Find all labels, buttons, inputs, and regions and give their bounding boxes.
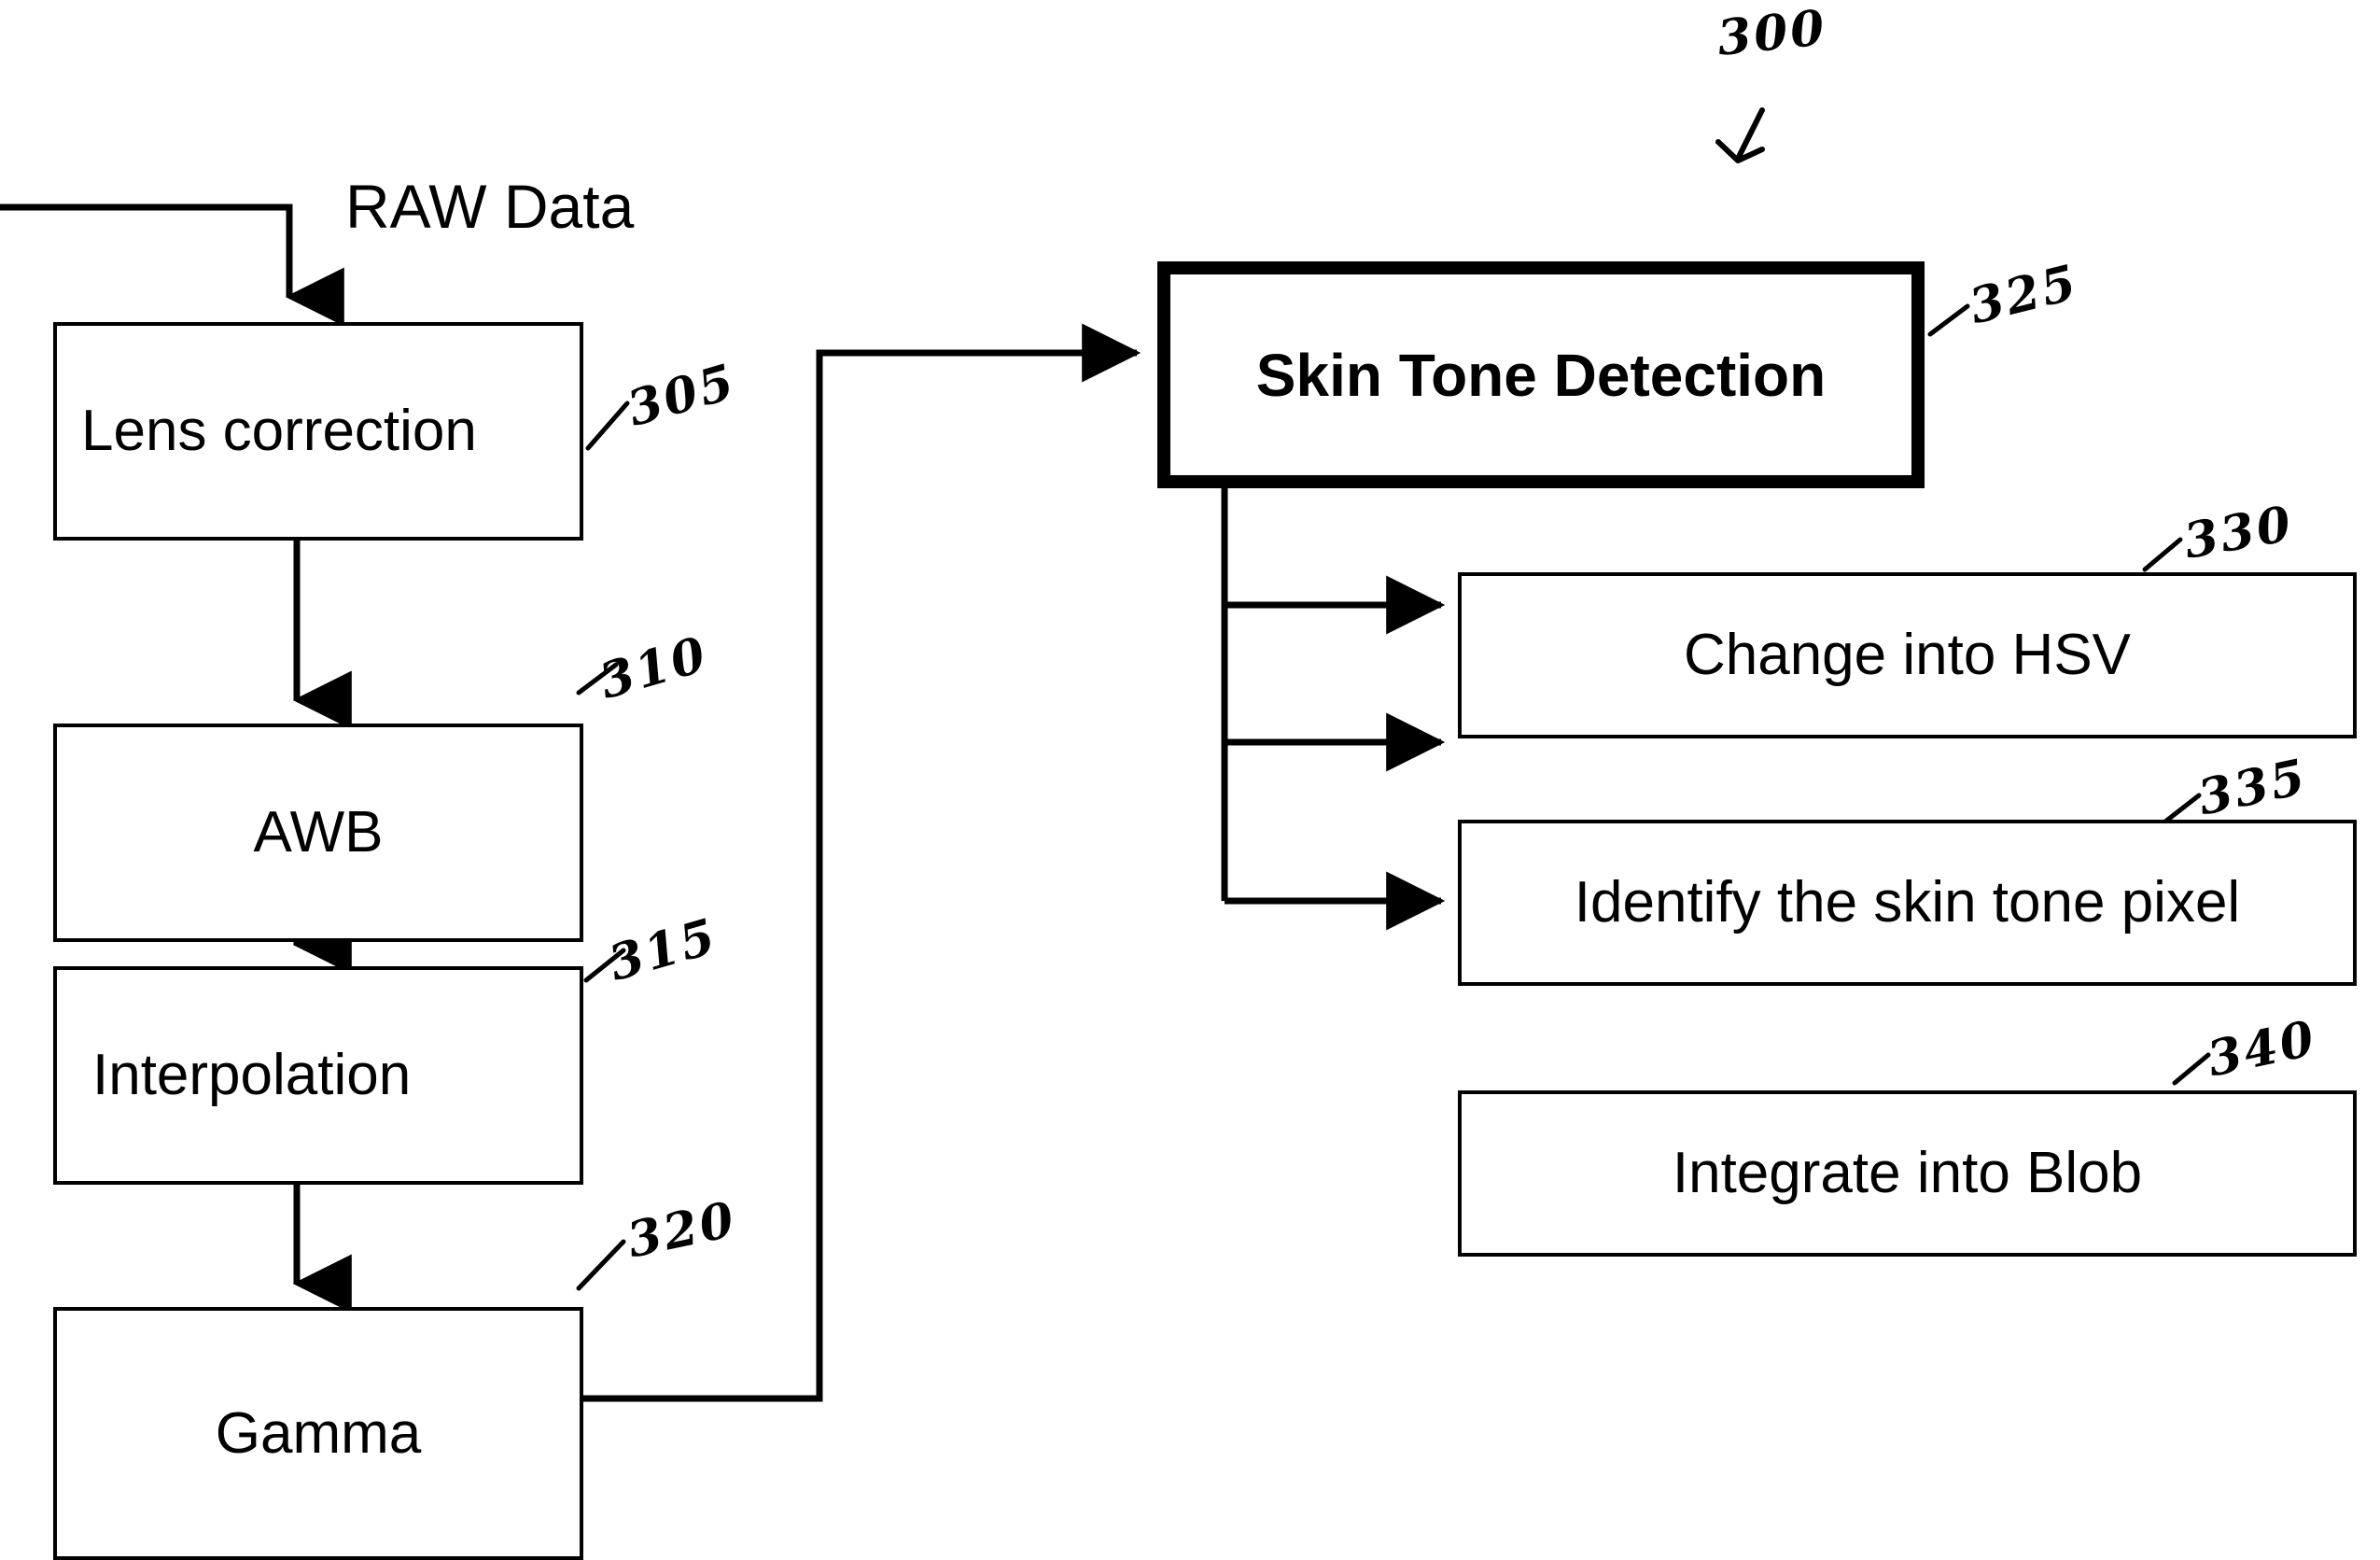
node-integrate-into-blob[interactable]: Integrate into Blob: [1458, 1090, 2357, 1257]
node-skin-tone-detection[interactable]: Skin Tone Detection: [1157, 261, 1925, 488]
connector-skin-tone-branches: [1221, 488, 1446, 931]
figure-canvas: RAW Data Lens correction AWB Interpolati…: [0, 0, 2380, 1560]
raw-data-text: RAW Data: [345, 172, 635, 241]
connector-raw-input: [0, 204, 344, 327]
node-integrate-into-blob-label: Integrate into Blob: [1672, 1141, 2143, 1205]
raw-data-label: RAW Data: [345, 176, 634, 237]
node-lens-correction-label: Lens correction: [81, 399, 477, 463]
node-gamma-label: Gamma: [215, 1400, 422, 1466]
node-interpolation-label: Interpolation: [92, 1043, 412, 1107]
ref-numeral-300: 300: [1715, 0, 1830, 67]
ref-300-pointer-icon: [1715, 107, 1765, 163]
node-awb-label: AWB: [253, 800, 384, 864]
node-awb[interactable]: AWB: [53, 724, 583, 942]
node-interpolation[interactable]: Interpolation: [53, 966, 583, 1185]
node-lens-correction[interactable]: Lens correction: [53, 322, 583, 541]
node-skin-tone-detection-label: Skin Tone Detection: [1255, 341, 1827, 409]
node-change-into-hsv-label: Change into HSV: [1683, 623, 2132, 687]
node-change-into-hsv[interactable]: Change into HSV: [1458, 572, 2357, 738]
node-identify-skin-tone-pixel-label: Identify the skin tone pixel: [1574, 870, 2241, 935]
node-gamma[interactable]: Gamma: [53, 1307, 583, 1560]
node-identify-skin-tone-pixel[interactable]: Identify the skin tone pixel: [1458, 820, 2357, 986]
